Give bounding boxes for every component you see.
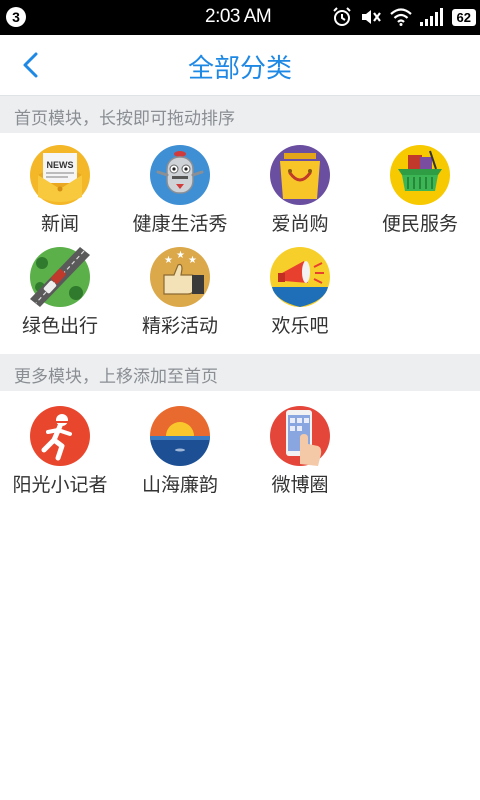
megaphone-icon: [270, 247, 330, 307]
section-heading: 首页模块，长按即可拖动排序: [14, 109, 235, 129]
section-header-more: 更多模块，上移添加至首页: [0, 354, 480, 391]
battery-icon: 62: [451, 8, 476, 26]
tile-sunshine-reporter[interactable]: 阳光小记者: [0, 406, 120, 506]
thumbs-up-icon: ★ ★ ★: [150, 247, 210, 307]
tile-label: 阳光小记者: [12, 474, 108, 496]
section-heading: 更多模块，上移添加至首页: [14, 367, 218, 387]
title-bar: 全部分类: [0, 35, 480, 96]
tile-label: 欢乐吧: [271, 315, 329, 337]
news-icon: NEWS: [30, 145, 90, 205]
tile-joy-bar[interactable]: 欢乐吧: [240, 247, 360, 347]
signal-icon: [419, 8, 443, 26]
svg-text:★: ★: [176, 250, 185, 261]
tile-green-travel[interactable]: 绿色出行: [0, 247, 120, 347]
tile-label: 精彩活动: [141, 315, 218, 337]
road-car-icon: [30, 247, 90, 307]
tile-label: 绿色出行: [21, 315, 98, 337]
tile-exciting-activities[interactable]: ★ ★ ★ 精彩活动: [120, 247, 240, 347]
tile-label: 山海廉韵: [141, 474, 218, 496]
svg-text:★: ★: [188, 255, 197, 266]
tile-label: 新闻: [40, 213, 79, 235]
robot-icon: [150, 145, 210, 205]
tile-health-life-show[interactable]: 健康生活秀: [120, 145, 240, 245]
svg-text:NEWS: NEWS: [47, 160, 74, 170]
shopping-bag-icon: [270, 145, 330, 205]
alarm-icon: [332, 7, 351, 26]
notification-badge: 3: [6, 7, 26, 27]
page-title: 全部分类: [187, 54, 292, 84]
tile-label: 微博圈: [271, 474, 329, 496]
sunset-sea-icon: [150, 406, 210, 466]
tile-label: 健康生活秀: [132, 213, 228, 235]
basket-icon: [390, 145, 450, 205]
clock: 2:03 AM: [205, 6, 272, 27]
section-header-home: 首页模块，长按即可拖动排序: [0, 96, 480, 133]
tile-convenience-services[interactable]: 便民服务: [360, 145, 480, 245]
tile-weibo-circle[interactable]: 微博圈: [240, 406, 360, 506]
tile-mountain-sea[interactable]: 山海廉韵: [120, 406, 240, 506]
tile-love-shopping[interactable]: 爱尚购: [240, 145, 360, 245]
wifi-icon: [389, 8, 412, 26]
runner-icon: [30, 406, 90, 466]
mute-icon: [361, 10, 381, 24]
tile-news[interactable]: NEWS 新闻: [0, 145, 120, 245]
home-module-grid: NEWS 新闻 健康生活秀 爱尚购 便民服务 绿色出行 ★ ★ ★ 精彩活动 欢…: [0, 145, 480, 345]
more-module-grid: 阳光小记者 山海廉韵 微博圈: [0, 406, 480, 506]
tile-label: 爱尚购: [271, 213, 329, 235]
svg-text:★: ★: [164, 255, 173, 266]
tile-label: 便民服务: [381, 213, 458, 235]
status-bar: 3 2:03 AM 62: [0, 0, 480, 35]
status-icons: 62: [332, 6, 476, 28]
phone-touch-icon: [270, 406, 330, 466]
